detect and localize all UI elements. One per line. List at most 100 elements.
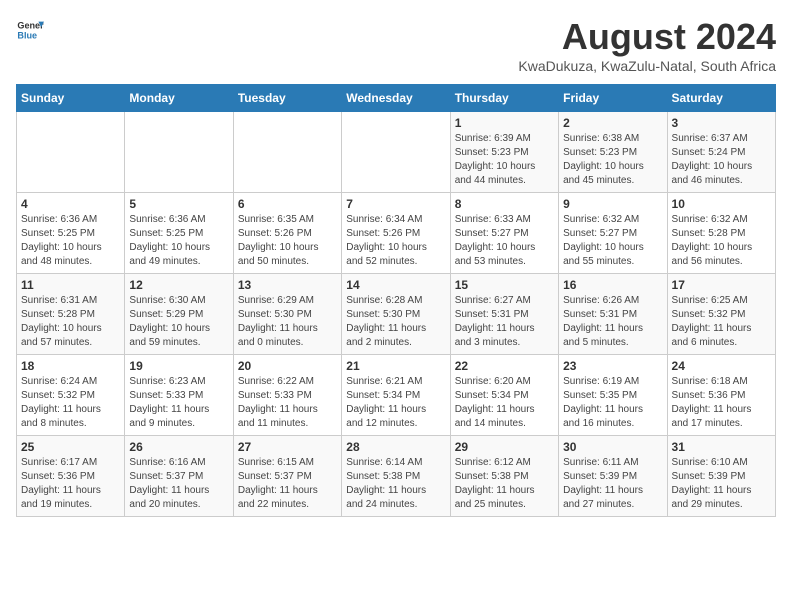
day-info: Sunrise: 6:39 AM Sunset: 5:23 PM Dayligh…	[455, 132, 554, 188]
calendar-cell	[125, 112, 233, 193]
day-info: Sunrise: 6:32 AM Sunset: 5:27 PM Dayligh…	[563, 213, 662, 269]
day-number: 29	[455, 440, 554, 454]
logo-icon: General Blue	[16, 16, 44, 44]
day-info: Sunrise: 6:29 AM Sunset: 5:30 PM Dayligh…	[238, 294, 337, 350]
day-number: 23	[563, 359, 662, 373]
calendar-cell: 28 Sunrise: 6:14 AM Sunset: 5:38 PM Dayli…	[342, 436, 450, 517]
calendar-cell: 6Sunrise: 6:35 AM Sunset: 5:26 PM Daylig…	[233, 193, 341, 274]
calendar-cell: 21 Sunrise: 6:21 AM Sunset: 5:34 PM Dayli…	[342, 355, 450, 436]
day-info: Sunrise: 6:32 AM Sunset: 5:28 PM Dayligh…	[672, 213, 771, 269]
calendar-cell: 29 Sunrise: 6:12 AM Sunset: 5:38 PM Dayli…	[450, 436, 558, 517]
calendar-week-row: 25 Sunrise: 6:17 AM Sunset: 5:36 PM Dayli…	[17, 436, 776, 517]
calendar-week-row: 1 Sunrise: 6:39 AM Sunset: 5:23 PM Daylig…	[17, 112, 776, 193]
day-info: Sunrise: 6:16 AM Sunset: 5:37 PM Dayligh…	[129, 456, 228, 512]
svg-text:Blue: Blue	[17, 30, 37, 40]
page-location: KwaDukuza, KwaZulu-Natal, South Africa	[518, 58, 776, 74]
day-info: Sunrise: 6:35 AM Sunset: 5:26 PM Dayligh…	[238, 213, 337, 269]
day-number: 13	[238, 278, 337, 292]
day-info: Sunrise: 6:18 AM Sunset: 5:36 PM Dayligh…	[672, 375, 771, 431]
day-number: 10	[672, 197, 771, 211]
calendar-cell: 24 Sunrise: 6:18 AM Sunset: 5:36 PM Dayli…	[667, 355, 775, 436]
day-info: Sunrise: 6:23 AM Sunset: 5:33 PM Dayligh…	[129, 375, 228, 431]
calendar-cell: 8 Sunrise: 6:33 AM Sunset: 5:27 PM Daylig…	[450, 193, 558, 274]
day-info: Sunrise: 6:33 AM Sunset: 5:27 PM Dayligh…	[455, 213, 554, 269]
calendar-cell: 19 Sunrise: 6:23 AM Sunset: 5:33 PM Dayli…	[125, 355, 233, 436]
day-number: 30	[563, 440, 662, 454]
day-info: Sunrise: 6:24 AM Sunset: 5:32 PM Dayligh…	[21, 375, 120, 431]
day-info: Sunrise: 6:14 AM Sunset: 5:38 PM Dayligh…	[346, 456, 445, 512]
day-number: 25	[21, 440, 120, 454]
day-number: 3	[672, 116, 771, 130]
day-number: 16	[563, 278, 662, 292]
column-header-tuesday: Tuesday	[233, 85, 341, 112]
day-info: Sunrise: 6:28 AM Sunset: 5:30 PM Dayligh…	[346, 294, 445, 350]
day-number: 2	[563, 116, 662, 130]
column-header-saturday: Saturday	[667, 85, 775, 112]
calendar-cell: 15 Sunrise: 6:27 AM Sunset: 5:31 PM Dayli…	[450, 274, 558, 355]
calendar-cell: 10 Sunrise: 6:32 AM Sunset: 5:28 PM Dayli…	[667, 193, 775, 274]
calendar-cell: 22 Sunrise: 6:20 AM Sunset: 5:34 PM Dayli…	[450, 355, 558, 436]
day-info: Sunrise: 6:21 AM Sunset: 5:34 PM Dayligh…	[346, 375, 445, 431]
day-number: 20	[238, 359, 337, 373]
day-number: 28	[346, 440, 445, 454]
calendar-cell: 23 Sunrise: 6:19 AM Sunset: 5:35 PM Dayli…	[559, 355, 667, 436]
calendar-cell: 7 Sunrise: 6:34 AM Sunset: 5:26 PM Daylig…	[342, 193, 450, 274]
calendar-cell: 3 Sunrise: 6:37 AM Sunset: 5:24 PM Daylig…	[667, 112, 775, 193]
calendar-cell: 2 Sunrise: 6:38 AM Sunset: 5:23 PM Daylig…	[559, 112, 667, 193]
page-header: General Blue August 2024 KwaDukuza, KwaZ…	[16, 16, 776, 74]
day-number: 24	[672, 359, 771, 373]
calendar-cell: 31Sunrise: 6:10 AM Sunset: 5:39 PM Dayli…	[667, 436, 775, 517]
title-block: August 2024 KwaDukuza, KwaZulu-Natal, So…	[518, 16, 776, 74]
calendar-week-row: 18 Sunrise: 6:24 AM Sunset: 5:32 PM Dayli…	[17, 355, 776, 436]
calendar-cell	[233, 112, 341, 193]
day-number: 8	[455, 197, 554, 211]
day-info: Sunrise: 6:19 AM Sunset: 5:35 PM Dayligh…	[563, 375, 662, 431]
calendar-cell: 12 Sunrise: 6:30 AM Sunset: 5:29 PM Dayli…	[125, 274, 233, 355]
day-number: 14	[346, 278, 445, 292]
day-info: Sunrise: 6:27 AM Sunset: 5:31 PM Dayligh…	[455, 294, 554, 350]
day-info: Sunrise: 6:10 AM Sunset: 5:39 PM Dayligh…	[672, 456, 771, 512]
logo: General Blue	[16, 16, 44, 44]
day-number: 18	[21, 359, 120, 373]
calendar-week-row: 4 Sunrise: 6:36 AM Sunset: 5:25 PM Daylig…	[17, 193, 776, 274]
day-number: 21	[346, 359, 445, 373]
day-number: 11	[21, 278, 120, 292]
day-number: 27	[238, 440, 337, 454]
calendar-table: SundayMondayTuesdayWednesdayThursdayFrid…	[16, 84, 776, 517]
day-number: 1	[455, 116, 554, 130]
day-number: 17	[672, 278, 771, 292]
calendar-cell: 17Sunrise: 6:25 AM Sunset: 5:32 PM Dayli…	[667, 274, 775, 355]
column-header-sunday: Sunday	[17, 85, 125, 112]
calendar-cell: 18 Sunrise: 6:24 AM Sunset: 5:32 PM Dayli…	[17, 355, 125, 436]
day-number: 4	[21, 197, 120, 211]
day-number: 22	[455, 359, 554, 373]
day-info: Sunrise: 6:20 AM Sunset: 5:34 PM Dayligh…	[455, 375, 554, 431]
day-info: Sunrise: 6:12 AM Sunset: 5:38 PM Dayligh…	[455, 456, 554, 512]
calendar-cell: 16 Sunrise: 6:26 AM Sunset: 5:31 PM Dayli…	[559, 274, 667, 355]
day-info: Sunrise: 6:36 AM Sunset: 5:25 PM Dayligh…	[21, 213, 120, 269]
calendar-cell: 27 Sunrise: 6:15 AM Sunset: 5:37 PM Dayli…	[233, 436, 341, 517]
column-header-monday: Monday	[125, 85, 233, 112]
day-info: Sunrise: 6:30 AM Sunset: 5:29 PM Dayligh…	[129, 294, 228, 350]
day-info: Sunrise: 6:26 AM Sunset: 5:31 PM Dayligh…	[563, 294, 662, 350]
day-number: 15	[455, 278, 554, 292]
calendar-cell: 4 Sunrise: 6:36 AM Sunset: 5:25 PM Daylig…	[17, 193, 125, 274]
day-info: Sunrise: 6:15 AM Sunset: 5:37 PM Dayligh…	[238, 456, 337, 512]
day-number: 5	[129, 197, 228, 211]
day-number: 19	[129, 359, 228, 373]
calendar-body: 1 Sunrise: 6:39 AM Sunset: 5:23 PM Daylig…	[17, 112, 776, 517]
day-info: Sunrise: 6:38 AM Sunset: 5:23 PM Dayligh…	[563, 132, 662, 188]
calendar-cell: 20 Sunrise: 6:22 AM Sunset: 5:33 PM Dayli…	[233, 355, 341, 436]
day-number: 12	[129, 278, 228, 292]
day-info: Sunrise: 6:37 AM Sunset: 5:24 PM Dayligh…	[672, 132, 771, 188]
calendar-cell: 14 Sunrise: 6:28 AM Sunset: 5:30 PM Dayli…	[342, 274, 450, 355]
day-number: 26	[129, 440, 228, 454]
page-title: August 2024	[518, 16, 776, 58]
day-number: 9	[563, 197, 662, 211]
day-info: Sunrise: 6:17 AM Sunset: 5:36 PM Dayligh…	[21, 456, 120, 512]
calendar-cell: 5Sunrise: 6:36 AM Sunset: 5:25 PM Daylig…	[125, 193, 233, 274]
calendar-cell: 25 Sunrise: 6:17 AM Sunset: 5:36 PM Dayli…	[17, 436, 125, 517]
day-info: Sunrise: 6:22 AM Sunset: 5:33 PM Dayligh…	[238, 375, 337, 431]
day-info: Sunrise: 6:34 AM Sunset: 5:26 PM Dayligh…	[346, 213, 445, 269]
day-number: 7	[346, 197, 445, 211]
